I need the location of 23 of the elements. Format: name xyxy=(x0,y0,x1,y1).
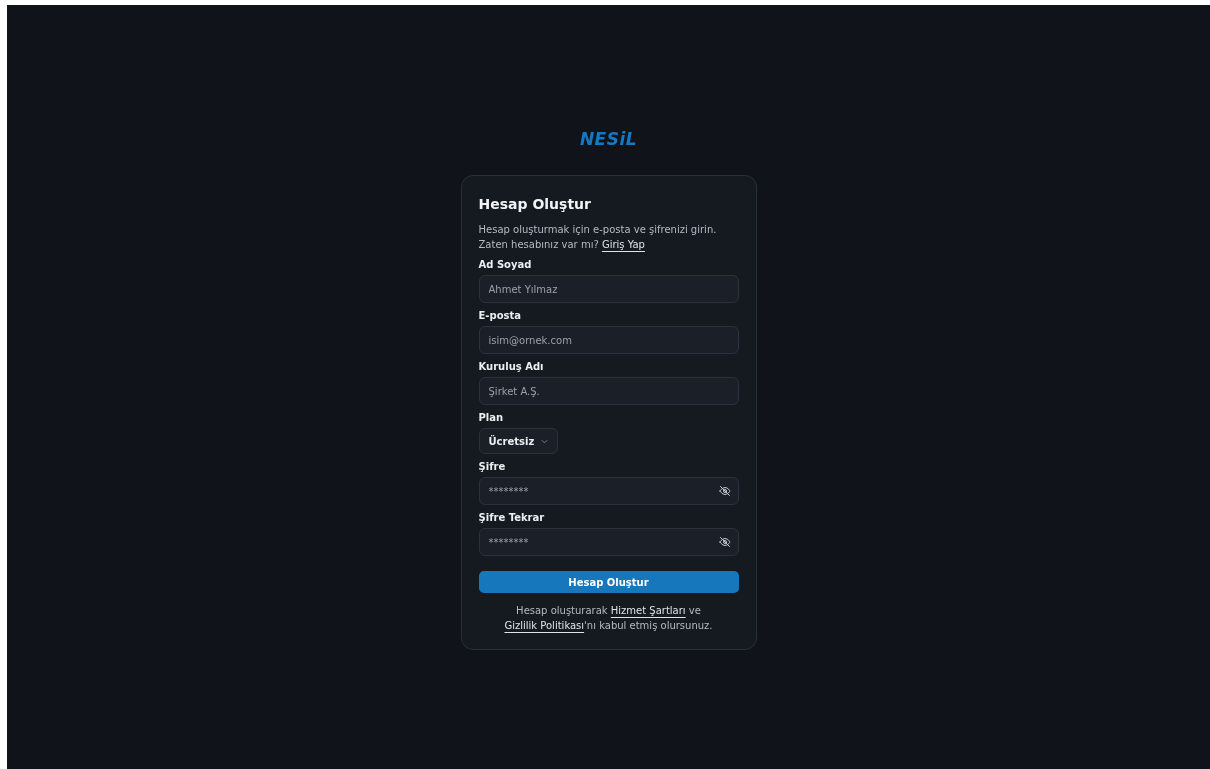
input-field[interactable]: Ahmet Yılmaz xyxy=(478,275,739,303)
field-label: E-posta xyxy=(478,310,522,321)
field-label: Ad Soyad xyxy=(478,259,533,270)
eye-off-icon[interactable] xyxy=(718,485,731,497)
field-label: Kuruluş Adı xyxy=(478,361,545,372)
link[interactable]: Giriş Yap xyxy=(601,239,645,250)
field-label: Şifre Tekrar xyxy=(478,512,546,523)
login-prompt: Zaten hesabınız var mı? Giriş Yap xyxy=(478,238,646,252)
field-label: Plan xyxy=(478,412,505,423)
link[interactable]: Hizmet Şartları xyxy=(610,605,686,616)
submit-button[interactable]: Hesap Oluştur xyxy=(478,571,739,593)
plan-dropdown[interactable]: Ücretsiz xyxy=(478,428,559,454)
description: Hesap oluşturmak için e-posta ve şifrenizi girin. xyxy=(478,223,718,237)
field-label: Şifre xyxy=(478,461,507,472)
input-field[interactable]: Şirket A.Ş. xyxy=(478,377,739,405)
logo: NESiL xyxy=(579,129,638,149)
input-field[interactable]: isim@ornek.com xyxy=(478,326,739,354)
password-field[interactable]: ******** xyxy=(478,477,739,505)
eye-off-icon[interactable] xyxy=(718,536,731,548)
card-title: Hesap Oluştur xyxy=(478,196,592,212)
link[interactable]: Gizlilik Politikası xyxy=(504,620,585,631)
terms-text: Hesap oluşturarak Hizmet Şartları ve Gizlilik Politikası'nı kabul etmiş olursunuz. xyxy=(503,604,714,633)
password-field[interactable]: ******** xyxy=(478,528,739,556)
